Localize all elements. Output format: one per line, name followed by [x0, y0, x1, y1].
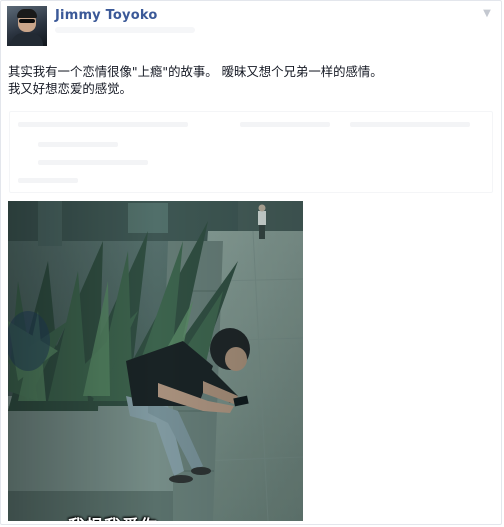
placeholder-line: [350, 122, 470, 127]
author-avatar[interactable]: [7, 6, 47, 46]
post-card: Jimmy Toyoko ▼ 其实我有一个恋情很像"上瘾"的故事。 暧昧又想个兄…: [0, 0, 502, 525]
placeholder-line: [240, 122, 330, 127]
avatar-figure-hair: [17, 9, 37, 18]
faded-content-placeholder: [9, 111, 493, 193]
post-text-line: 其实我有一个恋情很像"上瘾"的故事。 暧昧又想个兄弟一样的感情。: [8, 64, 383, 79]
placeholder-line: [38, 142, 118, 147]
placeholder-line: [38, 160, 148, 165]
placeholder-line: [18, 122, 188, 127]
photo-scene: [8, 201, 303, 521]
post-photo[interactable]: 我恨我爱你: [8, 201, 303, 521]
avatar-sunglasses: [19, 19, 35, 23]
post-text: 其实我有一个恋情很像"上瘾"的故事。 暧昧又想个兄弟一样的感情。 我又好想恋爱的…: [8, 63, 488, 97]
avatar-figure-body: [11, 33, 43, 46]
chevron-down-icon[interactable]: ▼: [481, 8, 493, 20]
post-meta-placeholder: [55, 27, 195, 33]
post-text-line: 我又好想恋爱的感觉。: [8, 81, 132, 96]
placeholder-line: [18, 178, 78, 183]
author-name-link[interactable]: Jimmy Toyoko: [55, 8, 158, 23]
